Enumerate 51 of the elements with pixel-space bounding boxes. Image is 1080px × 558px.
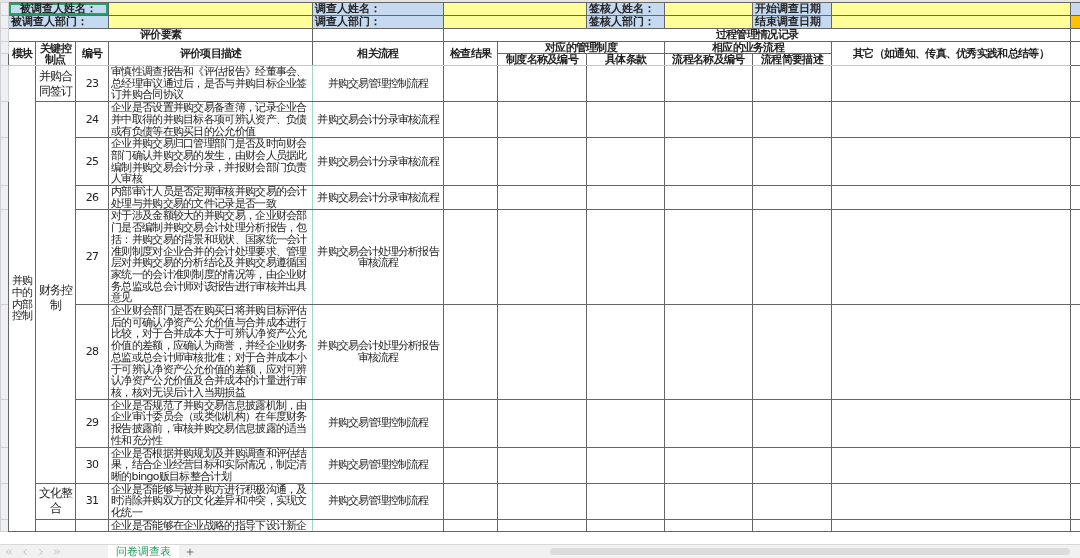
section-title: 评价要素 [8, 28, 313, 42]
column-header: 评价项目描述 [108, 41, 313, 66]
field-label: 开始调查日期 [752, 2, 832, 16]
table-cell: 财务控制 [35, 101, 76, 484]
table-cell: 31 [75, 483, 109, 520]
table-cell: 23 [75, 65, 109, 102]
table-cell: 对于涉及金额较大的并购交易，企业财会部门是否编制并购交易会计处理分析报告，包括：并购交易的背景和现状、国家统一会计准则制度对企业合并的会计处理要求、管理层对并购交易的分析结论及并购交易遵循国家统一的会计准则制度的情况等，由企业财务总监或总会计师对该报告进行审核并出具意见 [108, 209, 313, 305]
column-header: 关键控制点 [35, 41, 76, 66]
add-sheet-icon[interactable] [185, 546, 195, 557]
table-cell: 审慎性调查报告和《评估报告》经董事会、总经理审议通过后，是否与并购目标企业签订并购合同协议 [108, 65, 313, 102]
table-cell: 内部审计人员是否定期审核并购交易的会计处理与并购交易的文件记录是否一致 [108, 185, 313, 210]
column-header: 编号 [75, 41, 109, 66]
column-header: 其它（如通知、传真、优秀实践和总结等） [831, 41, 1071, 66]
table-cell: 30 [75, 447, 109, 484]
section-title: 过程管理情况记录 [443, 28, 1071, 42]
table-cell: 并购交易管理控制流程 [312, 399, 444, 447]
table-cell: 企业财会部门是否在购买日将并购目标评估后的可确认净资产公允价值与合并成本进行比较，对于合并成本大于可辨认净资产公允价值的差额，应确认为商誉，并经企业财务总监或总会计师审核批准；对于合并成本小于可辨认净资产公允价值的差额，应对可辨认净资产公允价值及合并成本的计量进行审核，核对无误后计入当期损益 [108, 304, 313, 400]
table-cell: 并购交易管理控制流程 [312, 483, 444, 520]
table-cell: 企业是否规范了并购交易信息披露机制，由企业审计委员会（或类似机构）在年度财务报告披露前，审核并购交易信息披露的适当性和充分性 [108, 399, 313, 447]
table-cell: 企业是否能够在企业战略的指导下设计新企 [108, 519, 313, 532]
table-cell: 26 [75, 185, 109, 210]
table-cell: 并购交易管理控制流程 [312, 65, 444, 102]
value-cell[interactable] [831, 2, 1071, 16]
column-header: 检查结果 [443, 41, 498, 66]
table-cell: 并购交易会计处理分析报告审核流程 [312, 304, 444, 400]
table-cell: 并购交易会计分录审核流程 [312, 185, 444, 210]
value-cell[interactable] [664, 2, 753, 16]
table-cell: 并购交易管理控制流程 [312, 447, 444, 484]
table-cell: 25 [75, 137, 109, 186]
sheet-tab[interactable]: 问卷调查表 [108, 545, 179, 558]
table-cell: 29 [75, 399, 109, 447]
field-label: 签核人姓名： [586, 2, 665, 16]
table-cell: 企业并购交易归口管理部门是否及时向财会部门确认并购交易的发生，由财会人员据此编制并购交易会计分录，并报财会部门负责人审核 [108, 137, 313, 186]
table-cell: 企业是否根据并购规划及并购调查和评估结果，结合企业经营目标和实际情况，制定清晰的bingo贩目标整合计划 [108, 447, 313, 484]
table-cell: 24 [75, 101, 109, 138]
table-cell: 并购交易会计分录审核流程 [312, 101, 444, 138]
field-label: 被调查人姓名： [8, 2, 109, 16]
column-header: 具体条款 [586, 53, 665, 66]
table-cell: 并购交易会计处理分析报告审核流程 [312, 209, 444, 305]
column-header: 相关流程 [312, 41, 444, 66]
value-cell[interactable] [108, 2, 313, 16]
table-cell: 28 [75, 304, 109, 400]
field-label: 调查人姓名： [312, 2, 444, 16]
table-cell: 并购交易会计分录审核流程 [312, 137, 444, 186]
table-cell: 并购合同签订 [35, 65, 76, 102]
table-cell: 27 [75, 209, 109, 305]
table-cell: 企业是否能够与被并购方进行积极沟通，及时消除并购双方的文化差异和冲突，实现文化统一 [108, 483, 313, 520]
table-cell: 并购中的内部控制 [8, 65, 36, 532]
table-cell: 企业是否设置并购交易备查簿，记录企业合并中取得的并购目标各项可辨认资产、负债或有负债等在购买日的公允价值 [108, 101, 313, 138]
value-cell[interactable] [443, 2, 587, 16]
table-cell: 文化整合 [35, 483, 76, 520]
